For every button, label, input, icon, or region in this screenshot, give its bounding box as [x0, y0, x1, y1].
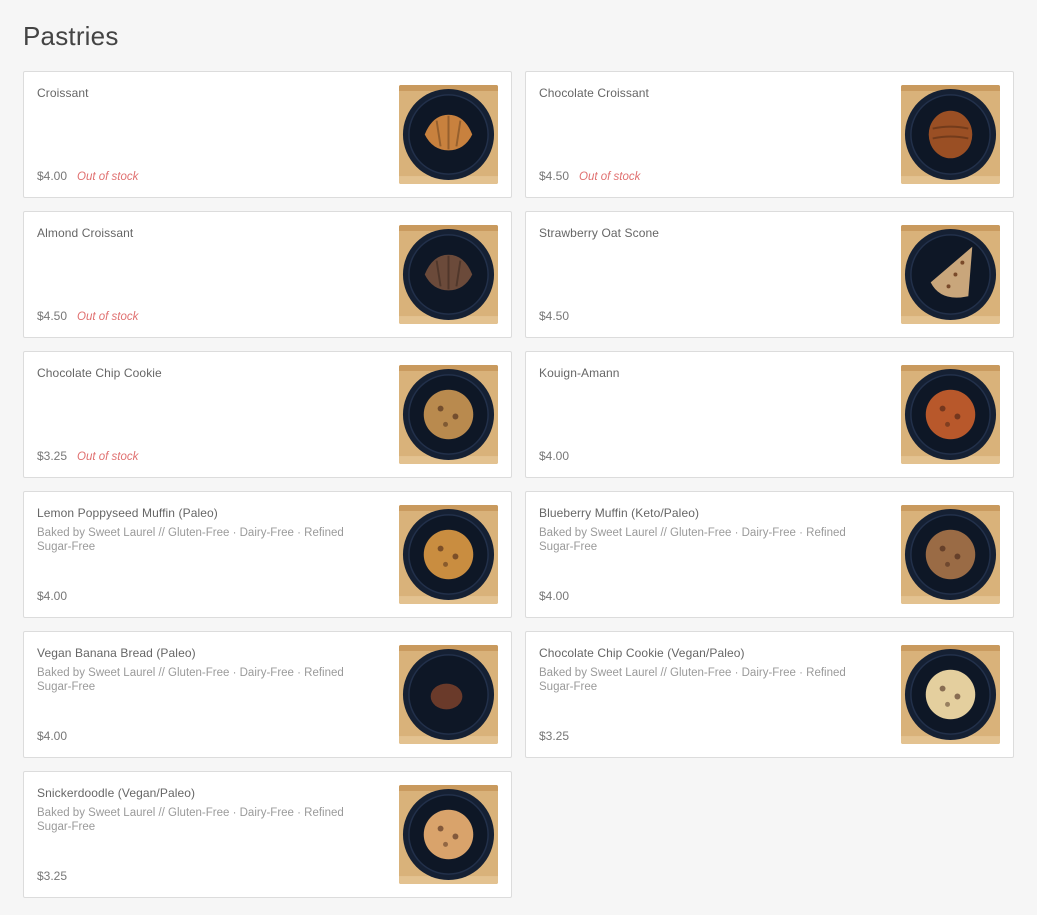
- item-price: $3.25: [539, 729, 570, 743]
- pastry-photo-graphic: [901, 365, 1000, 464]
- item-description: Baked by Sweet Laurel // Gluten-Free · D…: [539, 527, 846, 553]
- pastry-photo-graphic: [901, 505, 1000, 604]
- item-name: Blueberry Muffin (Keto/Paleo): [539, 506, 700, 520]
- item-name: Chocolate Chip Cookie (Vegan/Paleo): [539, 646, 745, 660]
- pastry-photo-graphic: [399, 645, 498, 744]
- item-price-row: $3.25 Out of stock: [37, 449, 138, 463]
- menu-item-card-9[interactable]: Chocolate Chip Cookie (Vegan/Paleo) Bake…: [525, 631, 1014, 758]
- item-photo: [399, 505, 498, 604]
- item-description: Baked by Sweet Laurel // Gluten-Free · D…: [37, 807, 344, 833]
- item-name: Vegan Banana Bread (Paleo): [37, 646, 196, 660]
- item-price-row: $4.00: [539, 589, 579, 603]
- pastry-photo-graphic: [901, 85, 1000, 184]
- out-of-stock-label: Out of stock: [579, 171, 641, 183]
- item-name: Chocolate Chip Cookie: [37, 366, 162, 380]
- pastry-photo-graphic: [399, 85, 498, 184]
- item-price-row: $4.50 Out of stock: [539, 169, 640, 183]
- item-price: $4.50: [539, 169, 570, 183]
- item-price-row: $4.50: [539, 309, 579, 323]
- menu-page: Pastries Croissant $4.00 Out of stock Cho…: [0, 0, 1037, 915]
- item-price: $3.25: [37, 449, 68, 463]
- out-of-stock-label: Out of stock: [77, 451, 139, 463]
- pastry-photo-graphic: [901, 225, 1000, 324]
- item-price-row: $4.00: [37, 589, 77, 603]
- item-price-row: $3.25: [539, 729, 579, 743]
- menu-item-card-5[interactable]: Kouign-Amann $4.00: [525, 351, 1014, 478]
- pastry-photo-graphic: [399, 225, 498, 324]
- item-photo: [399, 225, 498, 324]
- pastry-photo-graphic: [399, 365, 498, 464]
- item-price-row: $4.00: [539, 449, 579, 463]
- item-price: $4.50: [37, 309, 68, 323]
- item-photo: [901, 225, 1000, 324]
- pastry-photo-graphic: [399, 505, 498, 604]
- menu-item-card-7[interactable]: Blueberry Muffin (Keto/Paleo) Baked by S…: [525, 491, 1014, 618]
- item-photo: [399, 785, 498, 884]
- section-title: Pastries: [23, 21, 119, 51]
- item-price-row: $4.00 Out of stock: [37, 169, 138, 183]
- item-price: $4.00: [37, 169, 68, 183]
- menu-item-card-2[interactable]: Almond Croissant $4.50 Out of stock: [23, 211, 512, 338]
- menu-item-card-10[interactable]: Snickerdoodle (Vegan/Paleo) Baked by Swe…: [23, 771, 512, 898]
- item-price-row: $3.25: [37, 869, 77, 883]
- pastry-photo-graphic: [399, 785, 498, 884]
- menu-item-card-0[interactable]: Croissant $4.00 Out of stock: [23, 71, 512, 198]
- out-of-stock-label: Out of stock: [77, 311, 139, 323]
- item-description: Baked by Sweet Laurel // Gluten-Free · D…: [37, 527, 344, 553]
- item-name: Lemon Poppyseed Muffin (Paleo): [37, 506, 218, 520]
- item-name: Almond Croissant: [37, 226, 134, 240]
- menu-item-card-3[interactable]: Strawberry Oat Scone $4.50: [525, 211, 1014, 338]
- item-price-row: $4.50 Out of stock: [37, 309, 138, 323]
- item-description: Baked by Sweet Laurel // Gluten-Free · D…: [539, 667, 846, 693]
- item-name: Snickerdoodle (Vegan/Paleo): [37, 786, 196, 800]
- menu-item-card-4[interactable]: Chocolate Chip Cookie $3.25 Out of stock: [23, 351, 512, 478]
- item-photo: [901, 365, 1000, 464]
- pastry-photo-graphic: [901, 645, 1000, 744]
- item-price: $3.25: [37, 869, 68, 883]
- out-of-stock-label: Out of stock: [77, 171, 139, 183]
- item-photo: [399, 85, 498, 184]
- menu-item-card-8[interactable]: Vegan Banana Bread (Paleo) Baked by Swee…: [23, 631, 512, 758]
- item-name: Chocolate Croissant: [539, 86, 649, 100]
- item-name: Strawberry Oat Scone: [539, 226, 660, 240]
- item-price: $4.00: [539, 589, 570, 603]
- item-photo: [399, 365, 498, 464]
- item-photo: [901, 85, 1000, 184]
- item-description: Baked by Sweet Laurel // Gluten-Free · D…: [37, 667, 344, 693]
- item-photo: [901, 505, 1000, 604]
- item-price: $4.00: [37, 589, 68, 603]
- item-price-row: $4.00: [37, 729, 77, 743]
- item-price: $4.00: [539, 449, 570, 463]
- item-grid: Croissant $4.00 Out of stock Chocolate Cr…: [23, 71, 1014, 898]
- menu-item-card-6[interactable]: Lemon Poppyseed Muffin (Paleo) Baked by …: [23, 491, 512, 618]
- item-photo: [399, 645, 498, 744]
- item-price: $4.00: [37, 729, 68, 743]
- item-price: $4.50: [539, 309, 570, 323]
- item-name: Croissant: [37, 86, 89, 100]
- menu-item-card-1[interactable]: Chocolate Croissant $4.50 Out of stock: [525, 71, 1014, 198]
- item-name: Kouign-Amann: [539, 366, 620, 380]
- item-photo: [901, 645, 1000, 744]
